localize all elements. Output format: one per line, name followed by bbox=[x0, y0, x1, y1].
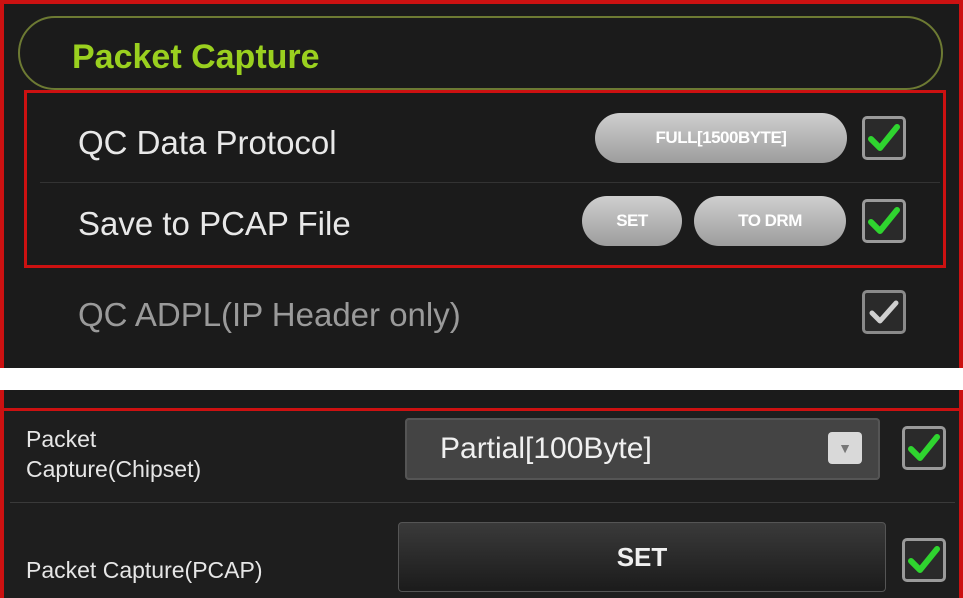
chipset-label-line2: Capture(Chipset) bbox=[26, 456, 202, 482]
chevron-down-icon[interactable]: ▼ bbox=[828, 432, 862, 464]
checkmark-icon bbox=[908, 434, 940, 461]
qc-data-protocol-label: QC Data Protocol bbox=[78, 124, 337, 161]
checkmark-icon bbox=[908, 546, 940, 573]
separator-band bbox=[10, 368, 963, 390]
checkmark-icon bbox=[868, 207, 900, 234]
full-1500byte-button[interactable]: FULL[1500BYTE] bbox=[595, 113, 847, 163]
bottom-panel-top-gap bbox=[0, 390, 963, 408]
pcap-label: Packet Capture(PCAP) bbox=[26, 557, 263, 583]
chipset-checkbox[interactable] bbox=[902, 426, 946, 470]
chipset-capture-dropdown[interactable]: Partial[100Byte] ▼ bbox=[405, 418, 880, 480]
qc-adpl-checkbox[interactable] bbox=[862, 290, 906, 334]
checkmark-icon bbox=[868, 124, 900, 151]
row-divider bbox=[40, 182, 940, 183]
qc-adpl-label: QC ADPL(IP Header only) bbox=[78, 296, 461, 333]
chipset-label-line1: Packet bbox=[26, 426, 97, 452]
to-drm-button[interactable]: TO DRM bbox=[694, 196, 846, 246]
save-to-pcap-checkbox[interactable] bbox=[862, 199, 906, 243]
dropdown-selected-value: Partial[100Byte] bbox=[440, 432, 652, 465]
checkmark-icon bbox=[869, 300, 899, 324]
qc-data-protocol-checkbox[interactable] bbox=[862, 116, 906, 160]
pcap-set-button[interactable]: SET bbox=[398, 522, 886, 592]
row-divider bbox=[10, 502, 955, 503]
section-title: Packet Capture bbox=[72, 38, 320, 76]
pcap-checkbox[interactable] bbox=[902, 538, 946, 582]
save-to-pcap-label: Save to PCAP File bbox=[78, 205, 351, 242]
set-button[interactable]: SET bbox=[582, 196, 682, 246]
